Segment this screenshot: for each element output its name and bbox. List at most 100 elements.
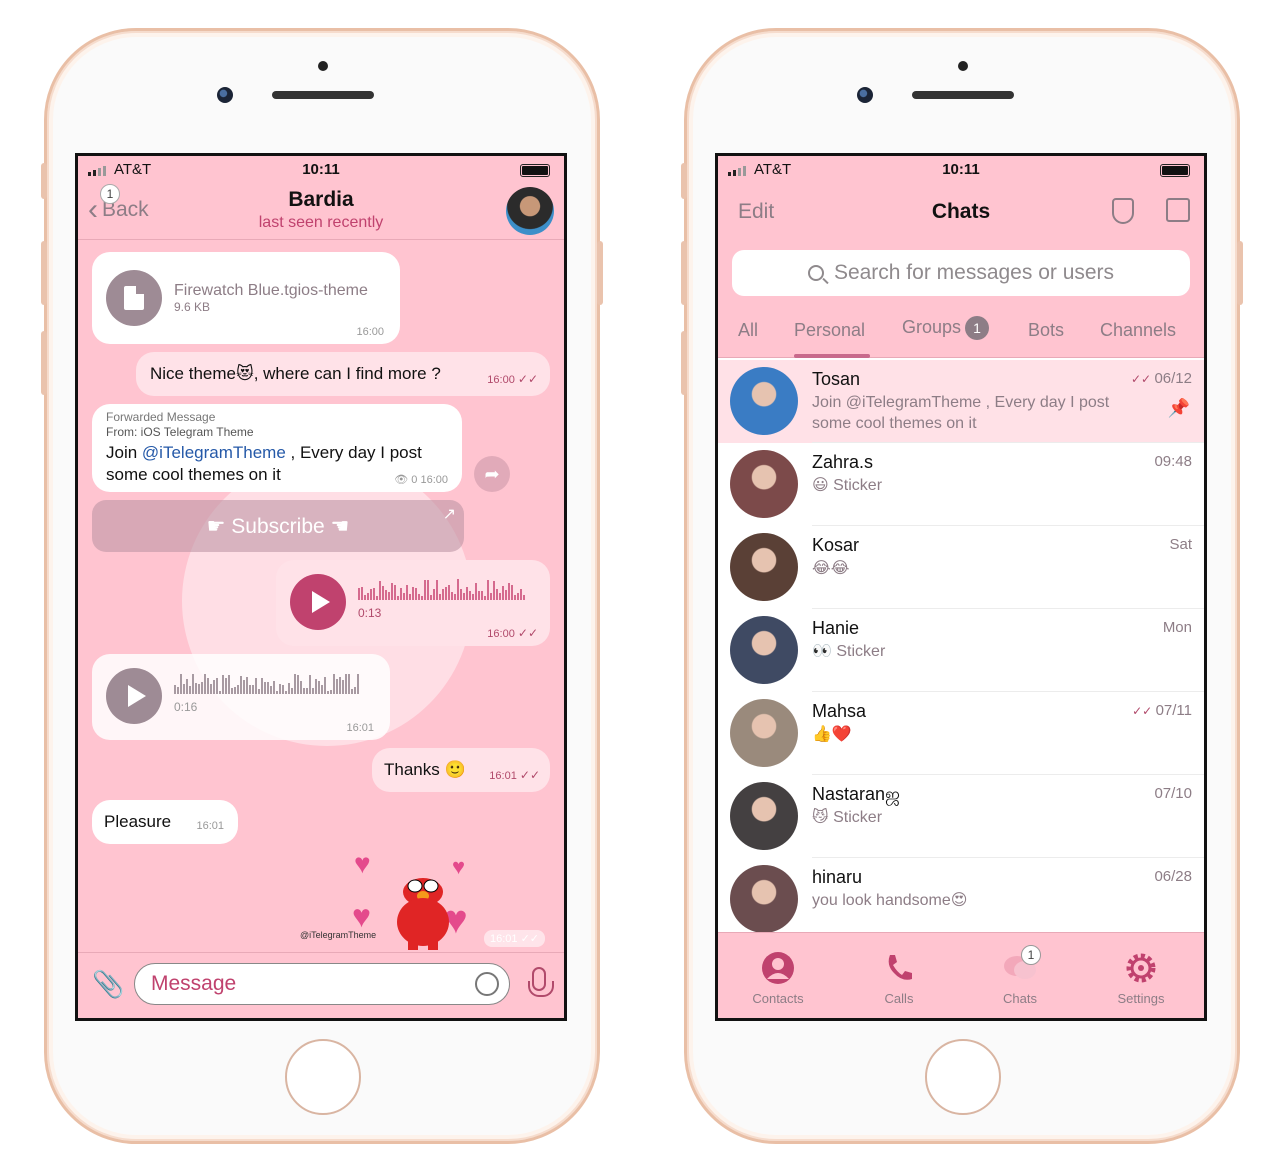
compose-icon[interactable]	[1166, 198, 1190, 222]
outgoing-message[interactable]: Nice theme😻, where can I find more ? 16:…	[136, 352, 550, 396]
waveform-bar	[436, 580, 438, 600]
avatar	[730, 699, 798, 767]
waveform-bar	[508, 583, 510, 600]
paperclip-icon[interactable]: 📎	[92, 969, 124, 1000]
waveform-bar	[406, 585, 408, 600]
chat-preview: Join @iTelegramTheme , Every day I post …	[812, 394, 1110, 432]
incoming-message[interactable]: Pleasure 16:01	[92, 800, 238, 844]
search-icon	[807, 265, 824, 281]
waveform-bar	[312, 688, 314, 694]
file-size: 9.6 KB	[174, 300, 211, 314]
waveform-bar	[415, 588, 417, 600]
waveform-bar	[306, 688, 308, 694]
waveform-bar	[391, 583, 393, 600]
tab-channels[interactable]: Channels	[1100, 320, 1176, 341]
share-arrow-icon: ➦	[484, 463, 500, 484]
waveform-bar	[327, 691, 329, 694]
message-time: 16:00	[356, 326, 384, 338]
chat-list-item[interactable]: Mahsa 👍❤️ ✓✓ 07/11	[718, 692, 1204, 775]
waveform-bar	[382, 586, 384, 600]
chat-title[interactable]: Bardia	[78, 188, 564, 212]
tab-contacts[interactable]: Contacts	[733, 951, 823, 1006]
waveform-bar	[463, 593, 465, 600]
chat-list-item[interactable]: Hanie 👀 Sticker Mon	[718, 609, 1204, 692]
outgoing-message[interactable]: Thanks 🙂 16:01 ✓✓	[372, 748, 550, 792]
avatar	[730, 450, 798, 518]
message-meta: 16:00 ✓✓	[487, 372, 538, 386]
forwarded-message[interactable]: Forwarded Message From: iOS Telegram The…	[92, 404, 462, 492]
subscribe-button[interactable]: ☛ Subscribe ☚ ↗	[92, 500, 464, 552]
file-message[interactable]: Firewatch Blue.tgios-theme 9.6 KB 16:00	[92, 252, 400, 344]
share-button[interactable]: ➦	[474, 456, 510, 492]
play-icon[interactable]	[290, 574, 346, 630]
waveform-bar	[520, 589, 522, 600]
message-placeholder: Message	[151, 972, 237, 995]
waveform-bar	[475, 583, 477, 600]
voice-waveform[interactable]	[174, 672, 359, 694]
microphone-icon[interactable]	[528, 967, 554, 997]
volume-up-button	[681, 241, 687, 305]
waveform-bar	[357, 674, 359, 694]
tab-groups[interactable]: Groups 1	[902, 316, 990, 340]
tab-calls[interactable]: Calls	[854, 951, 944, 1006]
waveform-bar	[460, 589, 462, 600]
chats-unread-badge: 1	[1021, 945, 1041, 965]
phone-icon	[882, 951, 916, 985]
tab-all[interactable]: All	[738, 320, 758, 341]
folder-tabs: All Personal Groups 1 Bots Channels	[718, 306, 1204, 358]
outgoing-voice-message[interactable]: 0:13 16:00 ✓✓	[276, 560, 550, 646]
waveform-bar	[186, 679, 188, 694]
chat-list-item[interactable]: Zahra.s 😃 Sticker 09:48	[718, 443, 1204, 526]
sticker-icon[interactable]	[475, 972, 499, 996]
waveform-bar	[454, 594, 456, 600]
play-icon[interactable]	[106, 668, 162, 724]
chat-list-item[interactable]: Kosar 😂😂 Sat	[718, 526, 1204, 609]
chat-date: Mon	[1162, 619, 1192, 636]
read-check-icon: ✓✓	[1131, 372, 1155, 386]
waveform-bar	[273, 681, 275, 694]
waveform-bar	[246, 677, 248, 694]
waveform-bar	[201, 682, 203, 694]
home-button[interactable]	[285, 1039, 361, 1115]
waveform-bar	[514, 595, 516, 600]
waveform-bar	[318, 681, 320, 694]
waveform-bar	[496, 589, 498, 600]
tab-bots[interactable]: Bots	[1028, 320, 1064, 341]
home-button[interactable]	[925, 1039, 1001, 1115]
front-camera	[857, 87, 873, 103]
mute-switch	[681, 163, 687, 199]
tab-personal[interactable]: Personal	[794, 320, 865, 341]
avatar[interactable]	[506, 187, 554, 235]
waveform-bar	[240, 676, 242, 694]
volume-down-button	[41, 331, 47, 395]
shield-icon[interactable]	[1112, 198, 1134, 224]
tab-chats[interactable]: 1 Chats	[975, 945, 1065, 1006]
voice-waveform[interactable]	[358, 578, 525, 600]
waveform-bar	[487, 580, 489, 600]
waveform-bar	[427, 580, 429, 600]
waveform-bar	[394, 585, 396, 600]
waveform-bar	[291, 688, 293, 694]
search-input[interactable]: Search for messages or users	[732, 250, 1190, 296]
waveform-bar	[180, 674, 182, 694]
waveform-bar	[490, 593, 492, 600]
read-check-icon: ✓✓	[1132, 704, 1156, 718]
chat-list-item[interactable]: hinaru you look handsome😍 06/28	[718, 858, 1204, 941]
status-bar: AT&T 10:11	[718, 156, 1204, 182]
waveform-bar	[361, 587, 363, 600]
phone-frame-left: AT&T 10:11 ‹ Back 1 Bardia last seen rec…	[41, 28, 603, 1144]
sensor-dot	[318, 61, 328, 71]
chat-list-item[interactable]: Tosan Join @iTelegramTheme , Every day I …	[718, 360, 1204, 443]
incoming-voice-message[interactable]: 0:16 16:01	[92, 654, 390, 740]
tab-settings[interactable]: Settings	[1096, 951, 1186, 1006]
chats-screen: AT&T 10:11 Edit Chats Search for message…	[715, 153, 1207, 1021]
message-input[interactable]: Message	[134, 963, 510, 1005]
channel-link[interactable]: @iTelegramTheme	[142, 443, 286, 462]
chat-date: 06/28	[1154, 868, 1192, 885]
chat-list-item[interactable]: Nastaranஜ 😼 Sticker 07/10	[718, 775, 1204, 858]
elmo-icon	[397, 878, 449, 950]
waveform-bar	[367, 593, 369, 600]
file-icon[interactable]	[106, 270, 162, 326]
waveform-bar	[243, 680, 245, 694]
status-bar: AT&T 10:11	[78, 156, 564, 182]
